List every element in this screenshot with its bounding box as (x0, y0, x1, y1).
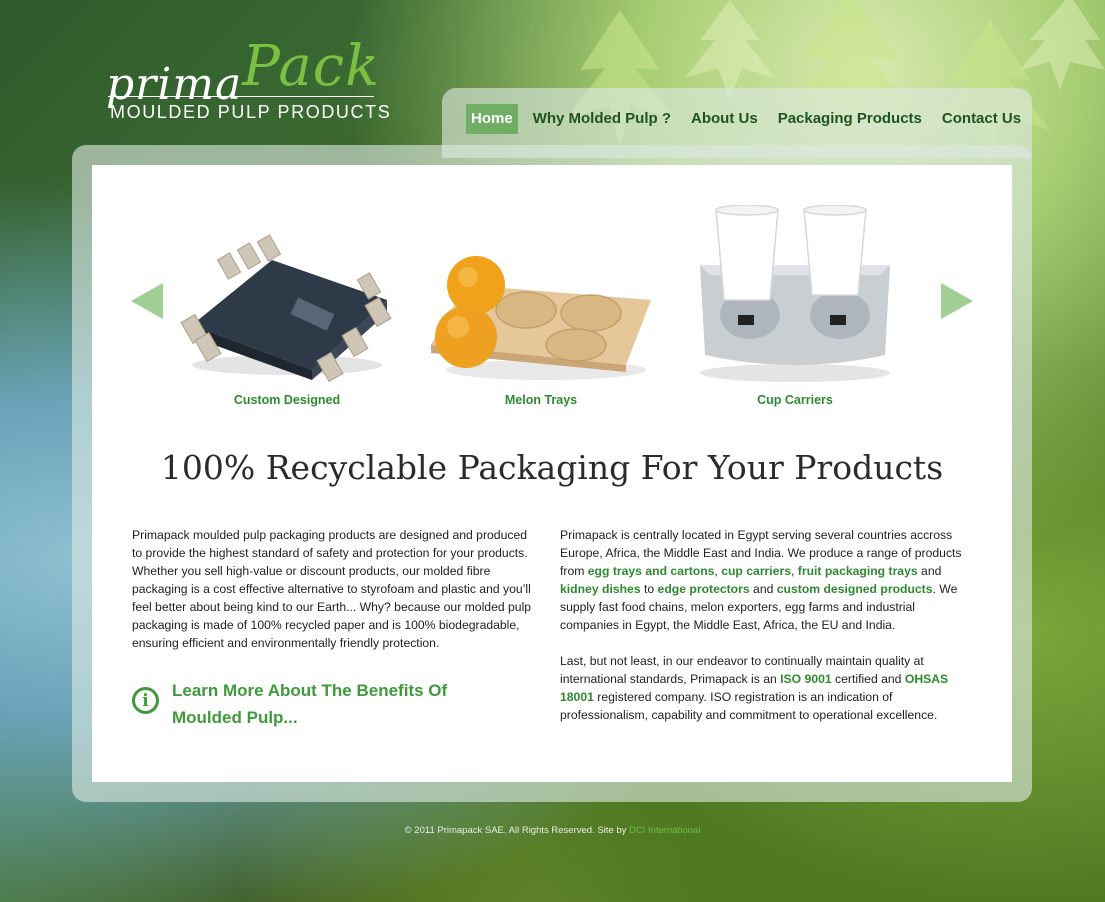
text-segment: certified and (831, 672, 905, 686)
benefits-info-link[interactable]: i Learn More About The Benefits Of Mould… (132, 677, 472, 731)
carousel-caption[interactable]: Melon Trays (426, 393, 656, 407)
page-headline: 100% Recyclable Packaging For Your Produ… (160, 448, 944, 487)
logo-subtitle: MOULDED PULP PRODUCTS (110, 102, 392, 122)
cup-carrier-product-image (700, 205, 890, 382)
left-column: Primapack moulded pulp packaging product… (132, 526, 537, 670)
link-fruit-packaging-trays[interactable]: fruit packaging trays (798, 564, 918, 578)
text-segment: registered company. ISO registration is … (560, 690, 938, 722)
nav-packaging-products[interactable]: Packaging Products (773, 104, 927, 134)
text-segment: and (749, 582, 777, 596)
benefits-link-text[interactable]: Learn More About The Benefits Of Moulded… (172, 677, 472, 731)
carousel-next-arrow-icon[interactable] (941, 283, 973, 319)
text-segment: to (640, 582, 658, 596)
link-edge-protectors[interactable]: edge protectors (658, 582, 750, 596)
intro-paragraph: Primapack moulded pulp packaging product… (132, 528, 532, 650)
text-segment: and (917, 564, 942, 578)
quality-paragraph: Last, but not least, in our endeavor to … (560, 652, 970, 724)
logo-divider (108, 96, 374, 97)
location-paragraph: Primapack is centrally located in Egypt … (560, 526, 970, 634)
carousel-caption[interactable]: Custom Designed (172, 393, 402, 407)
link-cup-carriers[interactable]: cup carriers (721, 564, 791, 578)
footer: © 2011 Primapack SAE. All Rights Reserve… (0, 825, 1105, 836)
carousel-item-cup-carriers[interactable]: Cup Carriers (680, 205, 910, 415)
text-segment: , (790, 564, 798, 578)
carousel-item-custom-designed[interactable]: Custom Designed (172, 205, 402, 415)
custom-designed-product-image (180, 234, 392, 383)
right-column: Primapack is centrally located in Egypt … (560, 526, 970, 742)
carousel-prev-arrow-icon[interactable] (131, 283, 163, 319)
link-kidney-dishes[interactable]: kidney dishes (560, 582, 641, 596)
logo-script-accent: Pack (242, 34, 381, 99)
footer-credit-link[interactable]: DCI International (629, 825, 700, 836)
nav-about-us[interactable]: About Us (686, 104, 763, 134)
site-logo[interactable]: primaPack MOULDED PULP PRODUCTS (106, 28, 390, 124)
nav-contact-us[interactable]: Contact Us (937, 104, 1026, 134)
link-custom-designed-products[interactable]: custom designed products (777, 582, 933, 596)
nav-home[interactable]: Home (466, 104, 518, 134)
melon-tray-product-image (431, 256, 651, 380)
info-icon: i (132, 687, 159, 714)
nav-why-molded-pulp[interactable]: Why Molded Pulp ? (528, 104, 676, 134)
carousel-item-melon-trays[interactable]: Melon Trays (426, 205, 656, 415)
main-nav: Home Why Molded Pulp ? About Us Packagin… (466, 104, 1036, 134)
link-egg-trays[interactable]: egg trays and cartons (588, 564, 715, 578)
footer-copyright: © 2011 Primapack SAE. All Rights Reserve… (404, 825, 630, 836)
carousel-caption[interactable]: Cup Carriers (680, 393, 910, 407)
link-iso-9001[interactable]: ISO 9001 (780, 672, 832, 686)
